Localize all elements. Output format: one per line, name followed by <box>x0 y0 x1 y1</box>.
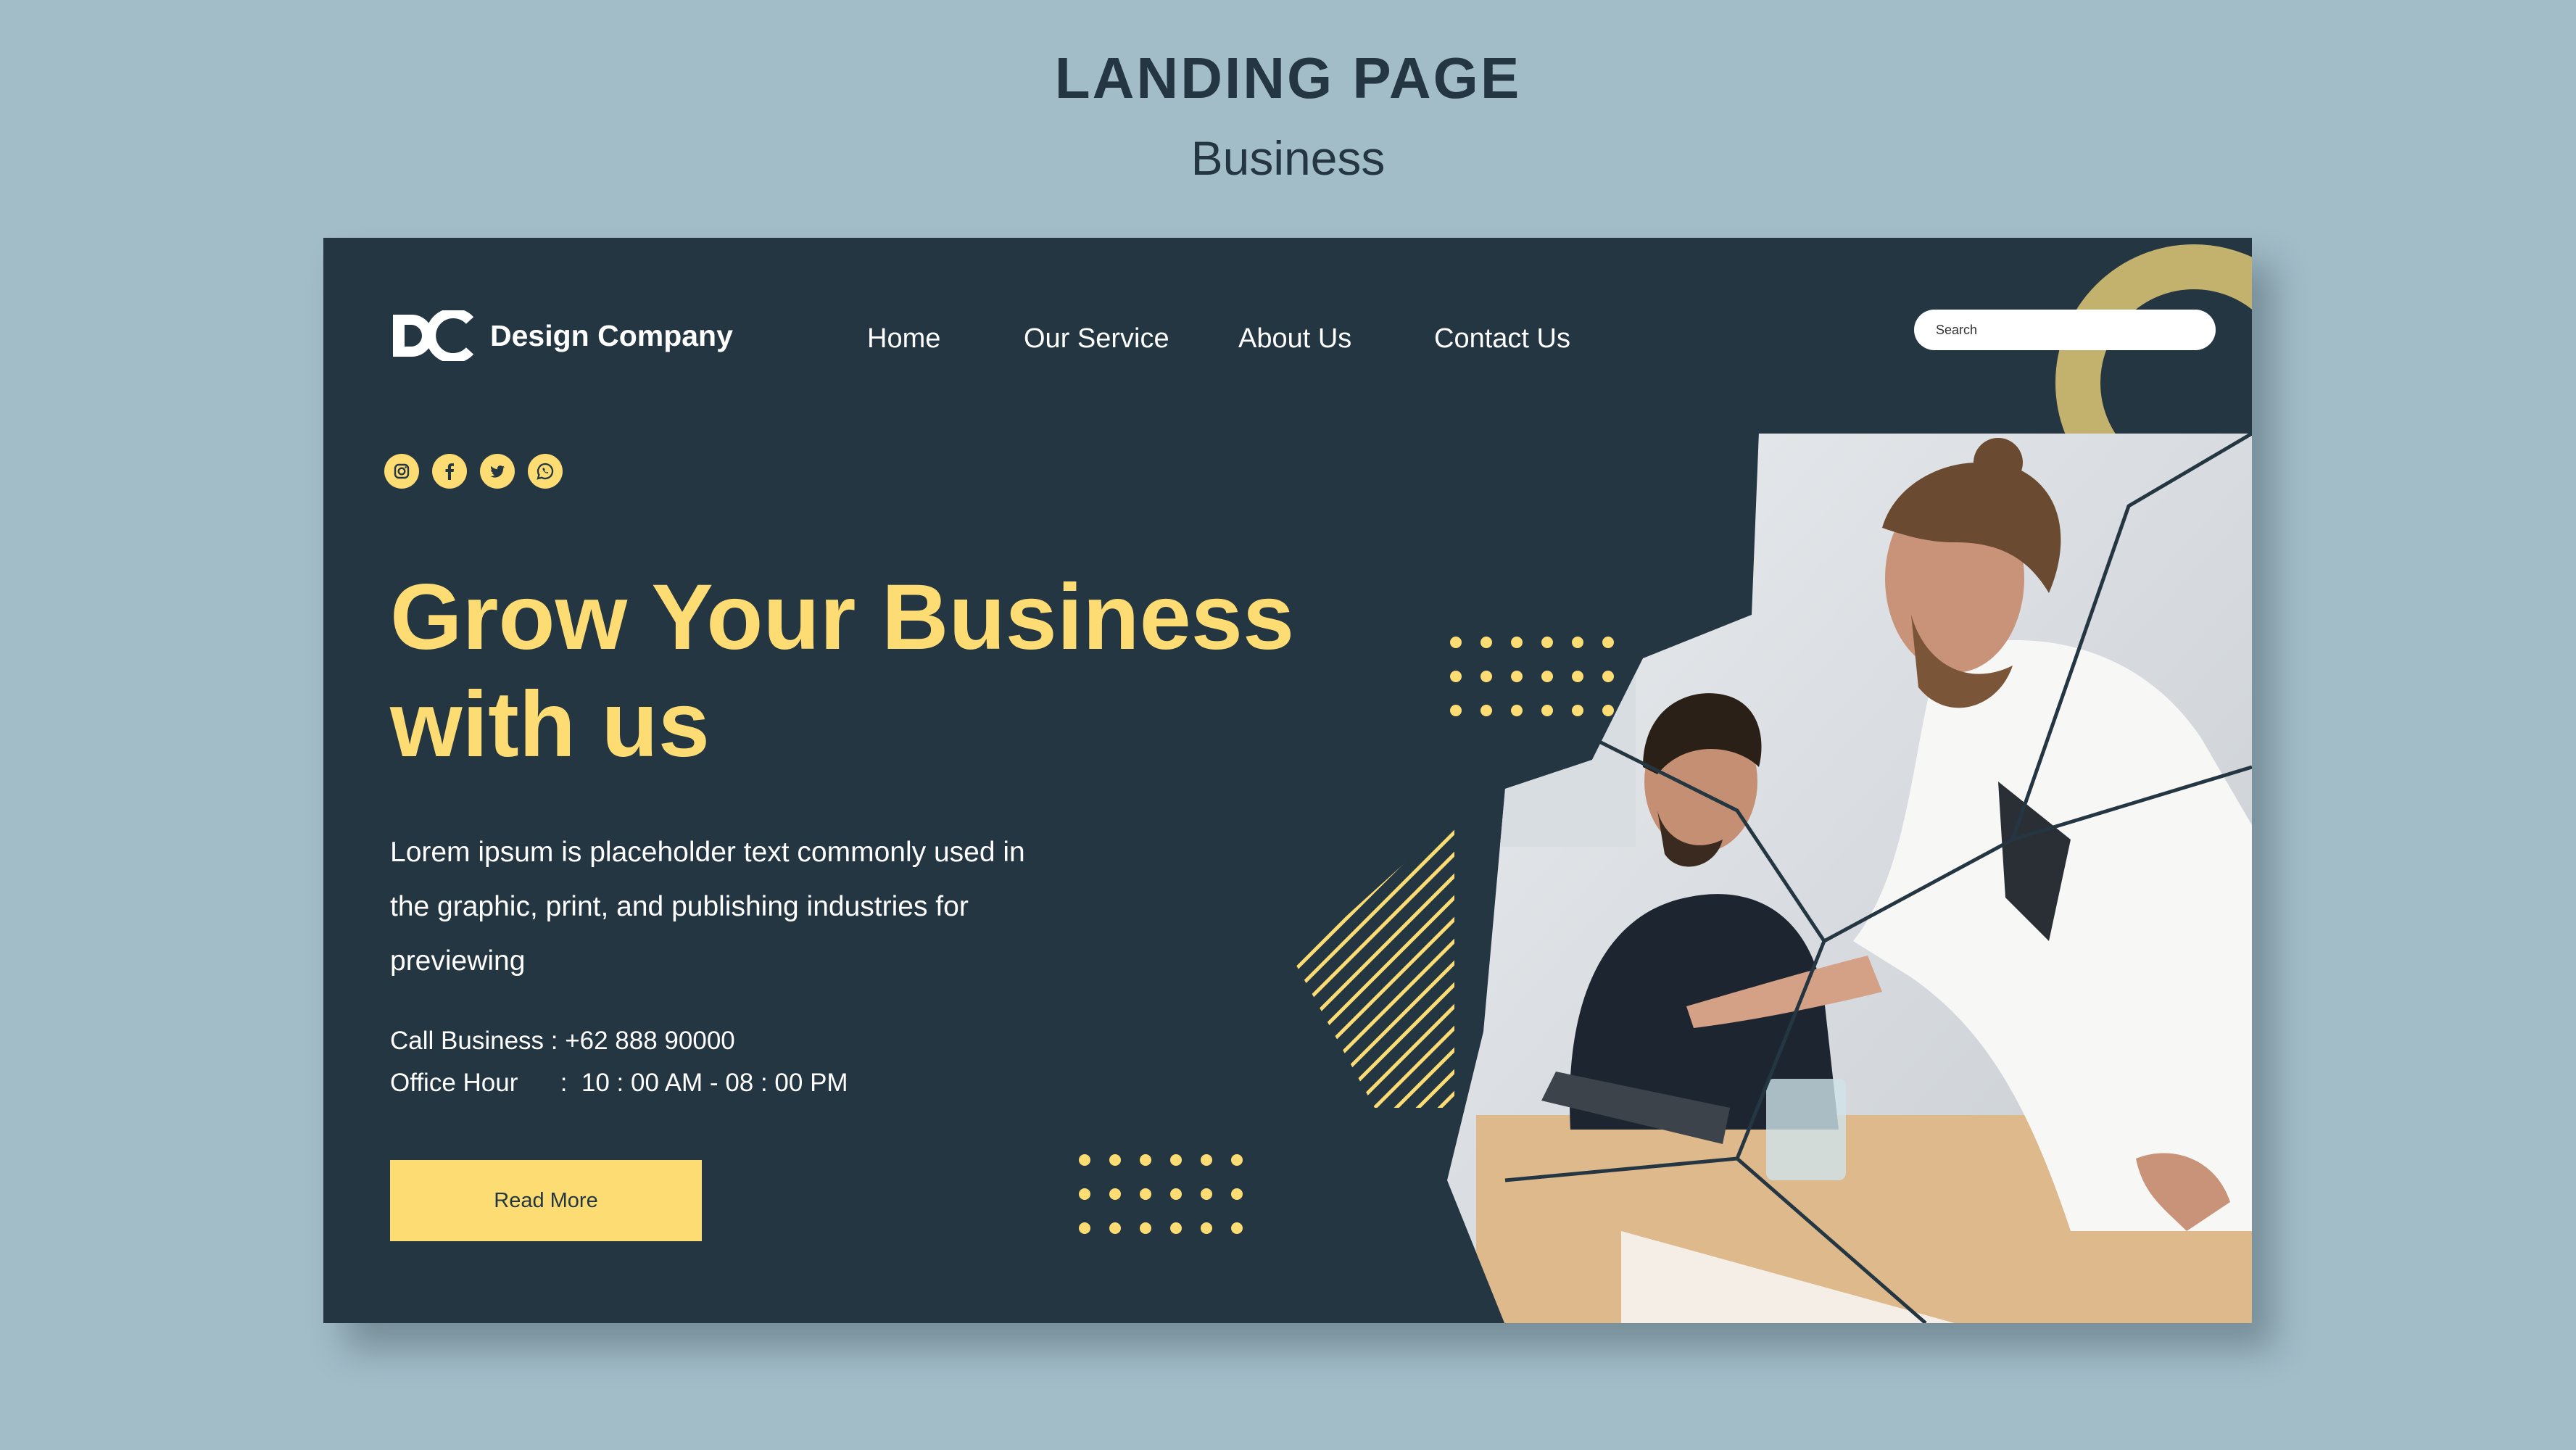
twitter-icon[interactable] <box>480 454 515 489</box>
social-links <box>384 454 563 489</box>
nav-about-us[interactable]: About Us <box>1238 323 1351 355</box>
hero-description-line: the graphic, print, and publishing indus… <box>390 891 969 922</box>
page-subtitle: Business <box>1190 131 1386 185</box>
hero-photo <box>1447 434 2252 1323</box>
search-input[interactable] <box>1914 310 2216 350</box>
hero-description-line: previewing <box>390 945 526 977</box>
landing-page-card: Design Company Home Our Service About Us… <box>323 238 2252 1323</box>
hero-headline-line-2: with us <box>390 673 710 776</box>
nav-home[interactable]: Home <box>867 323 940 355</box>
page-title: LANDING PAGE <box>1054 46 1522 110</box>
call-business: Call Business : +62 888 90000 <box>390 1027 735 1055</box>
facebook-icon[interactable] <box>432 454 467 489</box>
nav-our-service[interactable]: Our Service <box>1024 323 1169 355</box>
logo-text: Design Company <box>490 318 733 352</box>
instagram-icon[interactable] <box>384 454 419 489</box>
hero-headline: Grow Your Business with us <box>390 564 1478 779</box>
hero-headline-line-1: Grow Your Business <box>390 566 1295 669</box>
striped-decoration <box>1295 818 1454 1108</box>
hero-description: Lorem ipsum is placeholder text commonly… <box>390 825 1115 988</box>
read-more-button[interactable]: Read More <box>390 1160 702 1241</box>
logo-mark-icon <box>393 310 474 361</box>
dot-grid-decoration <box>1079 1154 1243 1234</box>
office-hour: Office Hour : 10 : 00 AM - 08 : 00 PM <box>390 1069 848 1097</box>
hero-description-line: Lorem ipsum is placeholder text commonly… <box>390 837 1025 868</box>
nav-contact-us[interactable]: Contact Us <box>1434 323 1570 355</box>
whatsapp-icon[interactable] <box>528 454 563 489</box>
logo[interactable]: Design Company <box>389 310 733 361</box>
